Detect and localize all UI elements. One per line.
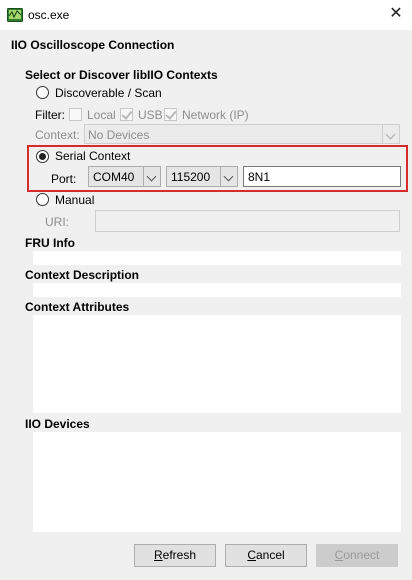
serial-label[interactable]: Serial Context (55, 149, 130, 163)
discoverable-label[interactable]: Discoverable / Scan (55, 86, 162, 100)
chevron-down-icon (382, 125, 399, 143)
connect-mnemonic: C (334, 548, 344, 562)
refresh-mnemonic: R (153, 548, 163, 562)
usb-label: USB (138, 108, 163, 122)
context-attributes-panel (33, 315, 401, 413)
baud-value: 115200 (171, 170, 211, 184)
fru-info-heading: FRU Info (25, 236, 75, 250)
serial-format-input[interactable]: 8N1 (243, 166, 401, 187)
context-description-panel (33, 283, 401, 297)
iio-devices-panel (33, 432, 401, 532)
close-icon[interactable]: ✕ (384, 3, 408, 25)
context-label: Context: (35, 128, 80, 142)
context-value: No Devices (88, 128, 150, 142)
manual-radio[interactable] (36, 193, 49, 206)
network-label: Network (IP) (182, 108, 249, 122)
oscilloscope-icon (7, 8, 23, 22)
context-dropdown[interactable]: No Devices (84, 124, 400, 144)
manual-label[interactable]: Manual (55, 193, 94, 207)
cancel-label: ancel (255, 548, 285, 562)
refresh-button[interactable]: Refresh (134, 544, 216, 567)
serial-format-value: 8N1 (248, 170, 271, 184)
connect-button[interactable]: Connect (316, 544, 398, 567)
port-value: COM40 (93, 170, 135, 184)
chevron-down-icon (220, 167, 237, 186)
dialog-heading: IIO Oscilloscope Connection (11, 38, 175, 52)
chevron-down-icon (143, 167, 160, 186)
window-title: osc.exe (28, 8, 70, 22)
filter-label: Filter: (35, 108, 65, 122)
cancel-mnemonic: C (247, 548, 256, 562)
discover-heading: Select or Discover libIIO Contexts (25, 68, 218, 82)
local-label: Local (87, 108, 116, 122)
uri-label: URI: (45, 215, 69, 229)
network-checkbox[interactable] (164, 108, 177, 121)
local-checkbox[interactable] (69, 108, 82, 121)
uri-input[interactable] (95, 210, 400, 232)
serial-radio[interactable] (36, 150, 49, 163)
baud-dropdown[interactable]: 115200 (166, 166, 238, 187)
context-attributes-heading: Context Attributes (25, 300, 130, 314)
port-dropdown[interactable]: COM40 (88, 166, 161, 187)
discoverable-radio[interactable] (36, 86, 49, 99)
refresh-label: efresh (162, 548, 197, 562)
connect-label: onnect (343, 548, 380, 562)
port-label: Port: (51, 172, 77, 186)
iio-devices-heading: IIO Devices (25, 417, 90, 431)
cancel-button[interactable]: Cancel (225, 544, 307, 567)
fru-info-panel (33, 251, 401, 265)
usb-checkbox[interactable] (120, 108, 133, 121)
context-description-heading: Context Description (25, 268, 140, 282)
